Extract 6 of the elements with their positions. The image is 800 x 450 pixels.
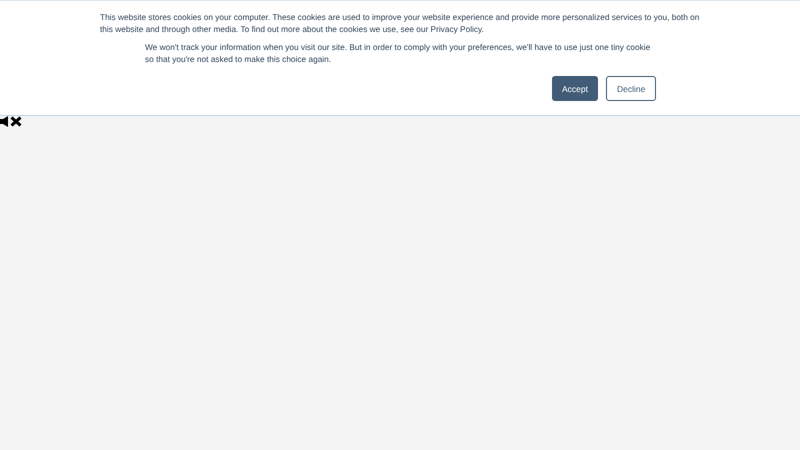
cookie-note: We won't track your information when you visit our site. But in order to comply with your preferences, we'll have to use just one tiny cookie so that you're not asked to make this choice again. (145, 42, 652, 65)
cookie-message: This website stores cookies on your computer. These cookies are used to improve your website experience and provide more personalized services to you, both on this website and through other media. To find out more about the cookies we use, see our Privacy Policy. (100, 12, 700, 35)
close-icon[interactable] (10, 116, 22, 127)
decline-button[interactable]: Decline (606, 76, 656, 101)
accept-button[interactable]: Accept (552, 76, 598, 101)
speaker-icon[interactable] (0, 116, 8, 127)
